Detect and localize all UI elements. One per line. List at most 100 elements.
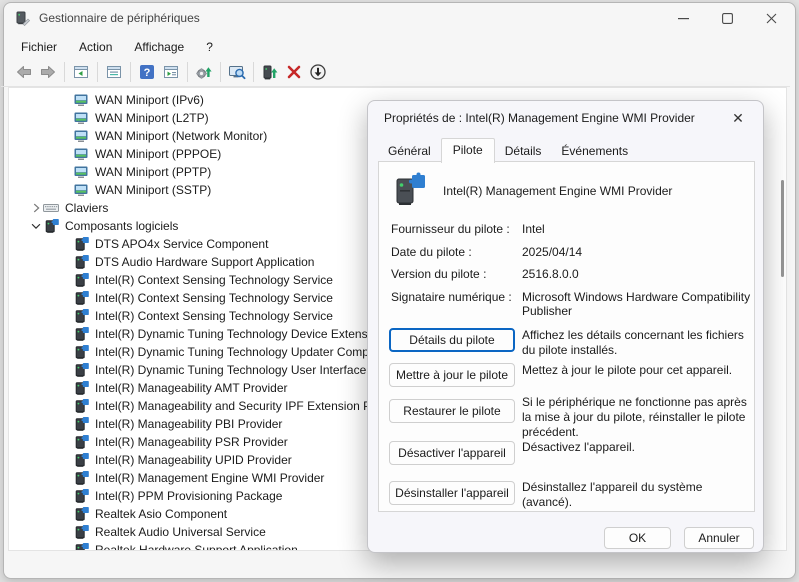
export-list-button[interactable] <box>159 60 183 84</box>
dialog-title: Propriétés de : Intel(R) Management Engi… <box>384 101 695 135</box>
software-device-icon <box>73 434 89 450</box>
minimize-button[interactable] <box>661 1 705 35</box>
software-component-device-icon <box>391 172 429 210</box>
uninstall-device-button[interactable] <box>282 60 306 84</box>
chevron-right-icon[interactable] <box>29 200 43 216</box>
update-driver-button[interactable] <box>258 60 282 84</box>
minimize-icon <box>678 13 689 24</box>
driver-details-button[interactable]: Détails du pilote <box>389 328 515 352</box>
disable-device-button[interactable]: Désactiver l'appareil <box>389 441 515 465</box>
action-description: Mettez à jour le pilote pour cet apparei… <box>522 363 754 378</box>
disable-device-button[interactable] <box>306 60 330 84</box>
action-description: Affichez les détails concernant les fich… <box>522 328 754 358</box>
dialog-close-button[interactable]: ✕ <box>721 105 755 132</box>
close-icon: ✕ <box>732 110 744 127</box>
toolbar-separator <box>220 62 221 82</box>
tree-item-label: Realtek Asio Component <box>95 507 227 521</box>
update-driver-button[interactable]: Mettre à jour le pilote <box>389 363 515 387</box>
properties-icon <box>105 63 123 81</box>
software-device-icon <box>73 308 89 324</box>
show-hide-tree-icon <box>72 63 90 81</box>
tree-item-label: Composants logiciels <box>65 219 178 233</box>
device-header: Intel(R) Management Engine WMI Provider <box>391 172 672 210</box>
menu-fichier[interactable]: Fichier <box>10 38 68 56</box>
tree-item-label: WAN Miniport (L2TP) <box>95 111 209 125</box>
tree-item-label: Intel(R) Context Sensing Technology Serv… <box>95 291 333 305</box>
tree-item-label: Intel(R) Manageability and Security IPF … <box>95 399 375 413</box>
software-device-icon <box>73 254 89 270</box>
software-device-icon <box>73 398 89 414</box>
ok-button[interactable]: OK <box>604 527 671 549</box>
close-button[interactable] <box>749 1 793 35</box>
toolbar-separator <box>253 62 254 82</box>
field-label: Signataire numérique : <box>391 290 512 304</box>
roll-back-driver-button[interactable]: Restaurer le pilote <box>389 399 515 423</box>
tree-item-label: Intel(R) Manageability PSR Provider <box>95 435 288 449</box>
field-value: 2516.8.0.0 <box>522 267 762 281</box>
uninstall-device-icon <box>285 63 303 81</box>
export-list-icon <box>162 63 180 81</box>
forward-button[interactable] <box>36 60 60 84</box>
window-title: Gestionnaire de périphériques <box>39 11 200 25</box>
back-icon <box>14 63 34 81</box>
field-value: 2025/04/14 <box>522 245 762 259</box>
properties-button[interactable] <box>102 60 126 84</box>
show-hide-tree-button[interactable] <box>69 60 93 84</box>
menu-affichage[interactable]: Affichage <box>123 38 195 56</box>
software-device-icon <box>73 344 89 360</box>
maximize-button[interactable] <box>705 1 749 35</box>
back-button[interactable] <box>12 60 36 84</box>
field-label: Fournisseur du pilote : <box>391 222 510 236</box>
software-device-icon <box>73 272 89 288</box>
software-device-icon <box>73 416 89 432</box>
software-device-icon <box>73 236 89 252</box>
tab-pilote[interactable]: Pilote <box>441 138 495 163</box>
network-device-icon <box>73 146 89 162</box>
menu-action[interactable]: Action <box>68 38 123 56</box>
tree-item-label: Intel(R) Context Sensing Technology Serv… <box>95 273 333 287</box>
software-device-icon <box>73 452 89 468</box>
action-description: Si le périphérique ne fonctionne pas apr… <box>522 395 754 440</box>
network-device-icon <box>73 182 89 198</box>
software-device-icon <box>43 218 59 234</box>
tree-item-label: Intel(R) Dynamic Tuning Technology Updat… <box>95 345 369 359</box>
software-device-icon <box>73 506 89 522</box>
network-device-icon <box>73 92 89 108</box>
tree-item-label: Realtek Hardware Support Application <box>95 543 298 551</box>
help-button[interactable]: ? <box>135 60 159 84</box>
software-device-icon <box>73 326 89 342</box>
software-device-icon <box>73 362 89 378</box>
tree-item-label: Claviers <box>65 201 108 215</box>
software-device-icon <box>73 488 89 504</box>
tree-item-label: Intel(R) Context Sensing Technology Serv… <box>95 309 333 323</box>
tab-evenements[interactable]: Événements <box>551 141 638 162</box>
field-label: Version du pilote : <box>391 267 486 281</box>
menu-help[interactable]: ? <box>195 38 224 56</box>
tree-item-label: WAN Miniport (IPv6) <box>95 93 204 107</box>
cancel-button[interactable]: Annuler <box>684 527 754 549</box>
tree-item-label: WAN Miniport (PPTP) <box>95 165 211 179</box>
update-driver-software-button[interactable] <box>192 60 216 84</box>
field-value: Microsoft Windows Hardware Compatibility… <box>522 290 762 318</box>
maximize-icon <box>722 13 733 24</box>
network-device-icon <box>73 110 89 126</box>
software-device-icon <box>73 380 89 396</box>
driver-tab-panel: Intel(R) Management Engine WMI Provider … <box>378 161 755 512</box>
tree-item-label: Intel(R) Management Engine WMI Provider <box>95 471 324 485</box>
toolbar-separator <box>97 62 98 82</box>
software-device-icon <box>73 470 89 486</box>
toolbar-separator <box>187 62 188 82</box>
dialog-tabs: GénéralPiloteDétailsÉvénements <box>378 140 638 162</box>
tab-general[interactable]: Général <box>378 141 441 162</box>
tree-item-label: Intel(R) Manageability PBI Provider <box>95 417 282 431</box>
scan-hardware-changes-button[interactable] <box>225 60 249 84</box>
chevron-down-icon[interactable] <box>29 218 43 234</box>
update-driver-software-icon <box>195 63 213 81</box>
uninstall-device-button[interactable]: Désinstaller l'appareil <box>389 481 515 505</box>
tab-details[interactable]: Détails <box>495 141 552 162</box>
toolbar-separator <box>64 62 65 82</box>
tree-item-label: Intel(R) Manageability UPID Provider <box>95 453 292 467</box>
properties-dialog: Propriétés de : Intel(R) Management Engi… <box>367 100 764 553</box>
action-description: Désactivez l'appareil. <box>522 440 754 455</box>
tree-scrollbar-thumb[interactable] <box>781 180 784 277</box>
